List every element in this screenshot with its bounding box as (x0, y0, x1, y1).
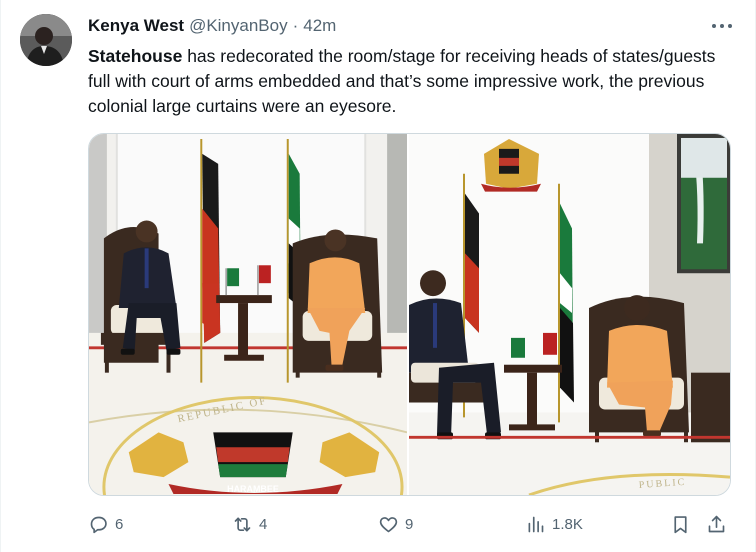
views-count: 1.8K (552, 515, 583, 533)
reply-count: 6 (115, 515, 124, 533)
like-button[interactable]: 9 (378, 510, 413, 538)
separator-dot: · (292, 16, 299, 35)
more-options-button[interactable] (710, 18, 734, 34)
author-handle[interactable]: @KinyanBoy (189, 16, 288, 36)
author-name[interactable]: Kenya West (88, 16, 184, 36)
avatar[interactable] (20, 14, 72, 66)
bar-chart-icon (528, 516, 544, 532)
tweet-text-lead: Statehouse (88, 46, 183, 66)
bookmark-icon (674, 515, 687, 533)
media-grid: REPUBLIC OF HARAMBEE PUBLIC (88, 133, 731, 496)
speech-bubble-icon (90, 516, 107, 533)
timeline-left-border (0, 0, 1, 552)
post-time[interactable]: 42m (303, 16, 336, 36)
share-button[interactable] (706, 510, 727, 538)
share-icon (708, 515, 725, 532)
photo-left[interactable]: REPUBLIC OF HARAMBEE (89, 134, 409, 495)
action-bar: 6 4 9 1.8K (88, 510, 738, 538)
photo-right[interactable]: PUBLIC (409, 134, 730, 495)
more-dots-icon (712, 24, 716, 28)
like-count: 9 (405, 515, 414, 533)
tweet-header: Kenya West @KinyanBoy · 42m (88, 16, 716, 36)
repost-button[interactable]: 4 (232, 510, 267, 538)
views-button[interactable]: 1.8K (525, 510, 583, 538)
motto-text: HARAMBEE (227, 484, 279, 494)
heart-icon (379, 516, 398, 532)
tweet-text: Statehouse has redecorated the room/stag… (88, 44, 728, 119)
tweet-text-body: has redecorated the room/stage for recei… (88, 46, 716, 116)
reply-button[interactable]: 6 (88, 510, 123, 538)
bookmark-button[interactable] (670, 510, 691, 538)
repost-arrows-icon (234, 517, 251, 531)
repost-count: 4 (259, 515, 268, 533)
